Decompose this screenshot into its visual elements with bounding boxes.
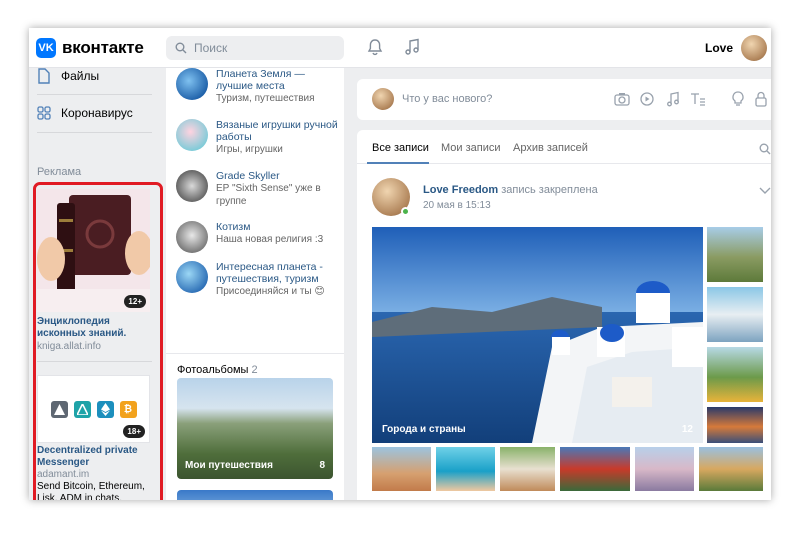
music-icon[interactable] — [403, 38, 421, 56]
logo-text: вконтакте — [62, 38, 144, 57]
nav-label-coronavirus: Коронавирус — [61, 106, 133, 120]
santorini-photo — [372, 227, 703, 443]
avatar — [741, 35, 767, 61]
text-icon[interactable] — [690, 92, 706, 106]
wall-feed: Все записи Мои записи Архив записей Love… — [357, 130, 771, 500]
album-label: Мои путешествия — [185, 460, 273, 471]
search-icon[interactable] — [759, 143, 771, 155]
online-indicator — [401, 207, 410, 216]
vk-logo[interactable]: VK вконтакте — [36, 38, 144, 58]
post-action: запись закреплена — [501, 184, 598, 196]
community-subtitle: Игры, игрушки — [216, 144, 283, 155]
community-item[interactable]: Вязаные игрушки ручной работы Игры, игруш… — [176, 119, 344, 156]
community-avatar — [176, 68, 208, 100]
search-placeholder: Поиск — [194, 41, 228, 55]
album-count: 8 — [319, 460, 325, 471]
composer-placeholder: Что у вас нового? — [402, 93, 493, 105]
community-subtitle: EP "Sixth Sense" уже в группе — [216, 183, 321, 207]
community-item[interactable]: Grade Skyller EP "Sixth Sense" уже в груп… — [176, 170, 344, 208]
community-avatar — [176, 221, 208, 253]
post-composer[interactable]: Что у вас нового? — [357, 79, 771, 120]
photo-thumbnail[interactable] — [560, 447, 630, 491]
community-subtitle: Присоединяйся и ты 😊 — [216, 286, 325, 297]
user-menu[interactable]: Love — [705, 35, 767, 61]
lock-icon[interactable] — [755, 91, 767, 107]
album-card[interactable]: Мои путешествия 8 — [177, 378, 333, 479]
photo-thumbnail[interactable] — [707, 407, 763, 443]
divider — [37, 132, 152, 133]
community-title[interactable]: Интересная планета - путешествия, туризм — [216, 261, 336, 285]
nav-item-coronavirus[interactable]: Коронавирус — [37, 106, 133, 120]
photo-thumbnail[interactable] — [707, 227, 763, 282]
bell-icon[interactable] — [366, 38, 384, 56]
post-author[interactable]: Love Freedom запись закреплена — [423, 184, 598, 196]
community-title[interactable]: Вязаные игрушки ручной работы — [216, 119, 344, 143]
community-item[interactable]: Котизм Наша новая религия :3 — [176, 221, 323, 253]
community-title[interactable]: Grade Skyller — [216, 170, 344, 182]
photo-thumbnail[interactable] — [707, 287, 763, 342]
community-item[interactable]: Интересная планета - путешествия, туризм… — [176, 261, 336, 298]
communities-column: Планета Земля — лучшие места Туризм, путе… — [166, 68, 344, 500]
file-icon — [38, 68, 50, 84]
ads-label: Реклама — [37, 166, 82, 178]
album-card[interactable] — [177, 490, 333, 500]
top-bar: VK вконтакте Поиск Love — [29, 28, 771, 68]
post-author-name: Love Freedom — [423, 184, 499, 196]
photo-thumbnail[interactable] — [500, 447, 555, 491]
left-sidebar: Файлы Коронавирус Реклама 12+ Энциклопед… — [29, 68, 166, 500]
user-name: Love — [704, 41, 733, 55]
nav-item-files[interactable]: Файлы — [37, 68, 99, 84]
bulb-icon[interactable] — [731, 91, 745, 107]
camera-icon[interactable] — [614, 92, 630, 106]
community-item[interactable]: Планета Земля — лучшие места Туризм, путе… — [176, 68, 344, 105]
vk-window: VK вконтакте Поиск Love Файлы Коронавиру… — [29, 28, 771, 500]
albums-heading-label: Фотоальбомы — [177, 364, 249, 376]
albums-count: 2 — [251, 364, 258, 376]
photo-thumbnail[interactable] — [699, 447, 763, 491]
community-title[interactable]: Котизм — [216, 221, 323, 233]
photo-thumbnail[interactable] — [635, 447, 694, 491]
music-icon[interactable] — [666, 91, 680, 107]
community-title[interactable]: Планета Земля — лучшие места — [216, 68, 344, 92]
active-tab-indicator — [367, 162, 429, 164]
coronavirus-icon — [37, 106, 51, 120]
vk-logo-icon: VK — [36, 38, 56, 58]
photo-count: 12 — [681, 424, 693, 435]
community-subtitle: Туризм, путешествия — [216, 93, 315, 104]
avatar — [372, 88, 394, 110]
ads-highlight-frame — [33, 182, 163, 500]
tab-archive[interactable]: Архив записей — [513, 142, 588, 154]
community-avatar — [176, 119, 208, 151]
photo-album-label: Города и страны — [382, 424, 466, 435]
photo-thumbnail[interactable] — [707, 347, 763, 402]
video-icon[interactable] — [640, 92, 654, 106]
community-subtitle: Наша новая религия :3 — [216, 234, 324, 245]
divider — [166, 353, 344, 354]
chevron-down-icon[interactable] — [759, 187, 771, 195]
community-avatar — [176, 170, 208, 202]
nav-label-files: Файлы — [61, 69, 100, 83]
post-main-photo[interactable]: Города и страны 12 — [372, 227, 703, 443]
post-date[interactable]: 20 мая в 15:13 — [423, 200, 491, 211]
community-avatar — [176, 261, 208, 293]
tab-all-posts[interactable]: Все записи — [372, 142, 429, 154]
photo-thumbnail[interactable] — [372, 447, 431, 491]
divider — [37, 94, 152, 95]
tab-my-posts[interactable]: Мои записи — [441, 142, 501, 154]
albums-heading[interactable]: Фотоальбомы 2 — [177, 364, 258, 376]
search-icon — [175, 42, 187, 54]
photo-thumbnail[interactable] — [436, 447, 495, 491]
wall-tabs: Все записи Мои записи Архив записей — [357, 130, 771, 164]
search-input[interactable]: Поиск — [166, 36, 344, 60]
